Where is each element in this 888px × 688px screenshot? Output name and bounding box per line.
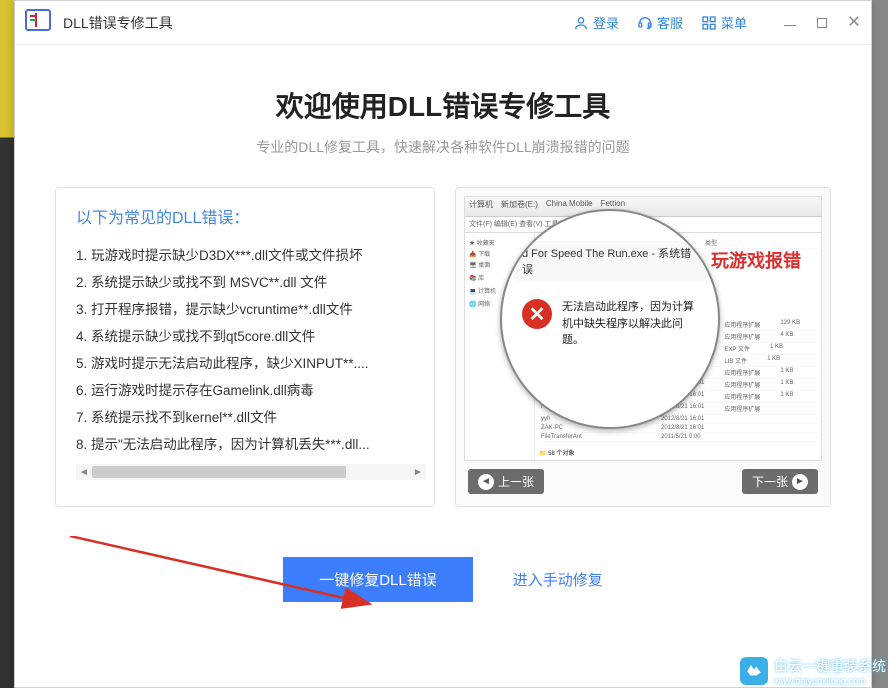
headset-icon [637, 15, 653, 31]
titlebar-actions: 登录 客服 菜单 ✕ [573, 13, 861, 32]
close-button[interactable]: ✕ [847, 16, 861, 30]
example-screenshot: 计算机新加卷(E:)China MobileFettion 文件(F) 编辑(E… [464, 196, 822, 461]
manual-repair-link[interactable]: 进入手动修复 [513, 569, 603, 590]
error-x-icon: ✕ [522, 299, 552, 329]
list-item: 2. 系统提示缺少或找不到 MSVC**.dll 文件 [76, 269, 426, 296]
app-window: DLL错误专修工具 登录 客服 菜单 ✕ 欢迎使用DLL错误专修工具 专业的DL… [14, 0, 872, 688]
support-button[interactable]: 客服 [637, 13, 683, 32]
error-dialog-title: d For Speed The Run.exe - 系统错误 [514, 241, 706, 281]
app-title: DLL错误专修工具 [63, 13, 573, 33]
chevron-left-icon: ◄ [478, 474, 494, 490]
prev-image-button[interactable]: ◄ 上一张 [468, 469, 544, 494]
next-label: 下一张 [752, 473, 788, 490]
desktop-background-strip [0, 0, 14, 688]
scroll-right-arrow[interactable]: ► [410, 464, 426, 480]
welcome-title: 欢迎使用DLL错误专修工具 [55, 85, 831, 125]
list-item: 4. 系统提示缺少或找不到qt5core.dll文件 [76, 323, 426, 350]
action-row: 一键修复DLL错误 进入手动修复 [55, 557, 831, 602]
horizontal-scrollbar[interactable]: ◄ ► [76, 464, 426, 480]
minimize-button[interactable] [783, 16, 797, 30]
menu-label: 菜单 [721, 13, 747, 32]
list-item: 8. 提示"无法启动此程序，因为计算机丢失***.dll... [76, 431, 426, 458]
list-item: 6. 运行游戏时提示存在Gamelink.dll病毒 [76, 377, 426, 404]
titlebar: DLL错误专修工具 登录 客服 菜单 ✕ [15, 1, 871, 45]
app-icon [25, 9, 53, 37]
screenshot-carousel: 计算机新加卷(E:)China MobileFettion 文件(F) 编辑(E… [455, 187, 831, 507]
prev-label: 上一张 [498, 473, 534, 490]
game-error-label: 玩游戏报错 [711, 247, 801, 273]
maximize-button[interactable] [815, 16, 829, 30]
main-content: 欢迎使用DLL错误专修工具 专业的DLL修复工具，快速解决各种软件DLL崩溃报错… [15, 45, 871, 602]
next-image-button[interactable]: 下一张 ► [742, 469, 818, 494]
list-item: 1. 玩游戏时提示缺少D3DX***.dll文件或文件损坏 [76, 242, 426, 269]
support-label: 客服 [657, 13, 683, 32]
error-dialog-message: 无法启动此程序，因为计算机中缺失程序以解决此问题。 [562, 299, 698, 349]
watermark-url: www.baiyunxitong.com [774, 676, 886, 686]
list-item: 5. 游戏时提示无法启动此程序，缺少XINPUT**.... [76, 350, 426, 377]
panels: 以下为常见的DLL错误： 1. 玩游戏时提示缺少D3DX***.dll文件或文件… [55, 187, 831, 507]
user-icon [573, 15, 589, 31]
list-item: 7. 系统提示找不到kernel**.dll文件 [76, 404, 426, 431]
login-button[interactable]: 登录 [573, 13, 619, 32]
list-item: 3. 打开程序报错，提示缺少vcruntime**.dll文件 [76, 296, 426, 323]
login-label: 登录 [593, 13, 619, 32]
menu-button[interactable]: 菜单 [701, 13, 747, 32]
watermark: 白云一键重装系统 www.baiyunxitong.com [740, 656, 886, 686]
scroll-thumb[interactable] [92, 466, 346, 478]
scroll-track[interactable] [92, 464, 410, 480]
common-errors-heading: 以下为常见的DLL错误： [76, 204, 426, 228]
scroll-left-arrow[interactable]: ◄ [76, 464, 92, 480]
carousel-nav: ◄ 上一张 下一张 ► [456, 469, 830, 494]
watermark-logo-icon [740, 657, 768, 685]
chevron-right-icon: ► [792, 474, 808, 490]
repair-dll-button[interactable]: 一键修复DLL错误 [283, 557, 473, 602]
common-errors-panel: 以下为常见的DLL错误： 1. 玩游戏时提示缺少D3DX***.dll文件或文件… [55, 187, 435, 507]
watermark-text: 白云一键重装系统 [774, 656, 886, 676]
window-controls: ✕ [783, 16, 861, 30]
magnifier-lens: d For Speed The Run.exe - 系统错误 ✕ 无法启动此程序… [500, 209, 720, 429]
welcome-subtitle: 专业的DLL修复工具，快速解决各种软件DLL崩溃报错的问题 [55, 137, 831, 157]
grid-icon [701, 15, 717, 31]
error-list: 1. 玩游戏时提示缺少D3DX***.dll文件或文件损坏 2. 系统提示缺少或… [76, 242, 426, 458]
